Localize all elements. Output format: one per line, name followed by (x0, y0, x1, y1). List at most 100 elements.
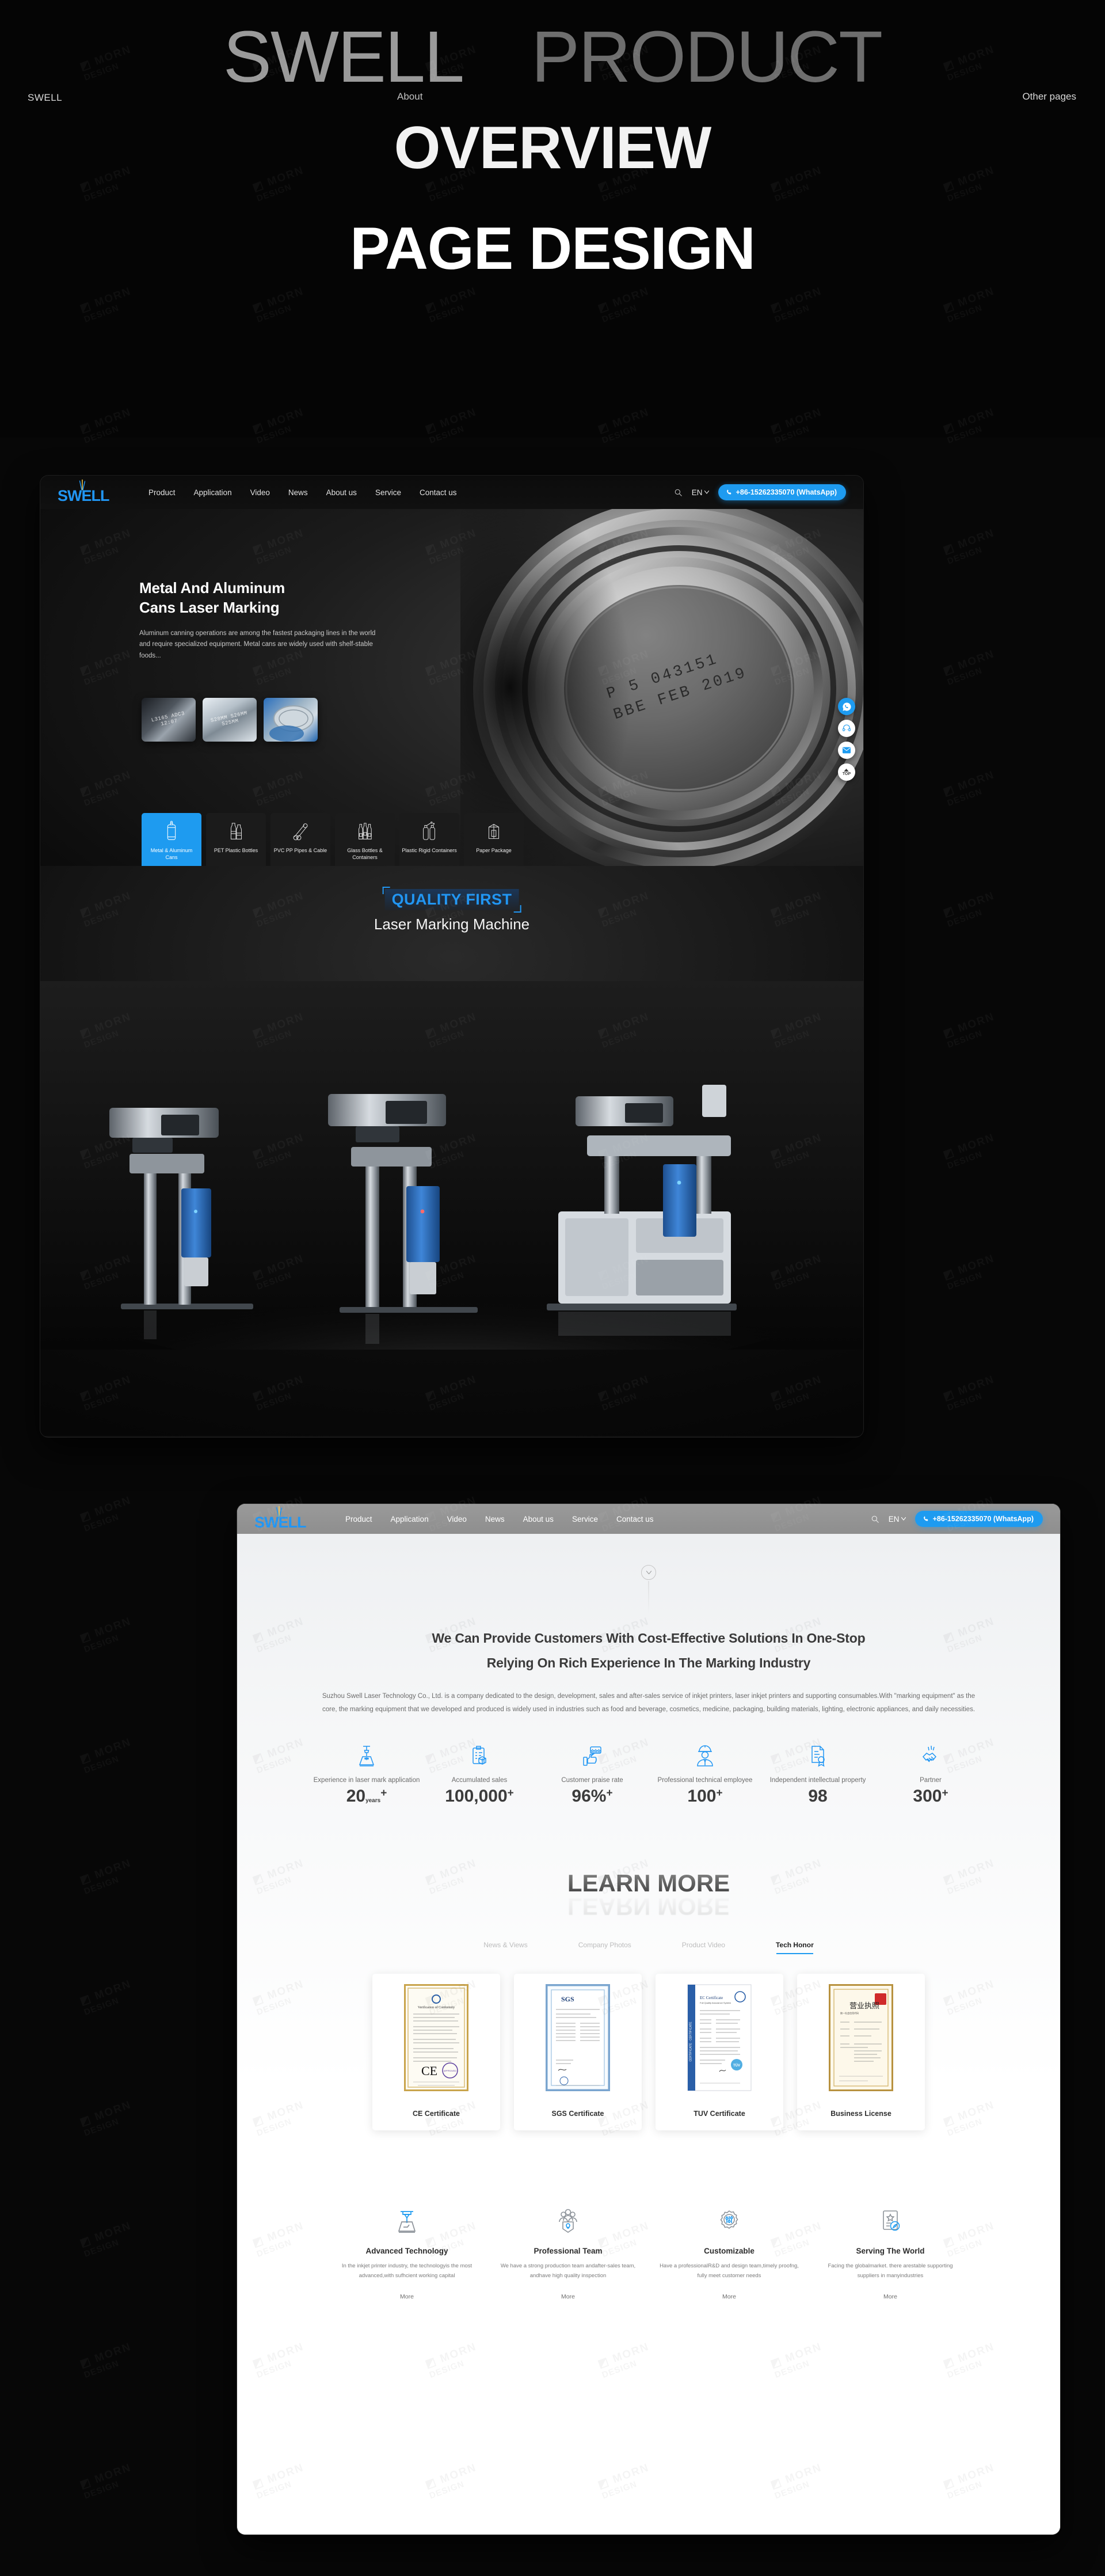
tab-news-and-views[interactable]: News & Views (483, 1941, 527, 1954)
cover-title-line-2: OVERVIEW (394, 115, 712, 181)
stat-value-2: 96% + (571, 1788, 612, 1805)
whatsapp-phone-button[interactable]: +86-15262335070 (WhatsApp) (718, 484, 846, 500)
nav2-item-news[interactable]: News (485, 1515, 505, 1523)
cover-title-word-product: PRODUCT (531, 16, 883, 97)
quality-first-subtitle: Laser Marking Machine (374, 915, 530, 933)
header-actions: EN +86-15262335070 (WhatsApp) (674, 484, 846, 500)
tab-company-photos[interactable]: Company Photos (578, 1941, 631, 1954)
feature-more-2[interactable]: More (657, 2293, 802, 2300)
stat-item-2: Customer praise rate 96% + (536, 1742, 649, 1805)
product-tab-glass-bottles-containers[interactable]: Glass Bottles & Containers (335, 813, 395, 866)
feature-more-3[interactable]: More (818, 2293, 963, 2300)
hero-title-line-2: Cans Laser Marking (139, 599, 280, 617)
product-tab-pet-plastic-bottles[interactable]: PET Plastic Bottles (206, 813, 266, 866)
logo[interactable]: SWELL (58, 479, 127, 504)
watermark-tile: ◩ MORNDESIGN (78, 1857, 136, 1897)
phone-icon (923, 1516, 928, 1521)
whatsapp-fab[interactable] (838, 698, 855, 715)
nav2-item-video[interactable]: Video (447, 1515, 467, 1523)
cover-title-word-swell: SWELL (223, 16, 464, 97)
certificate-card-ce[interactable]: Verification of Conformity CE APPROVED C… (372, 1974, 500, 2131)
language-value-light: EN (888, 1514, 900, 1523)
nav-item-product[interactable]: Product (148, 488, 176, 497)
stat-label-2: Customer praise rate (561, 1776, 623, 1784)
whatsapp-phone-button-light[interactable]: +86-15262335070 (WhatsApp) (915, 1511, 1043, 1527)
email-fab[interactable] (838, 742, 855, 759)
search-icon[interactable] (871, 1515, 879, 1523)
hero-paragraph: Aluminum canning operations are among th… (139, 629, 376, 660)
feature-more-0[interactable]: More (334, 2293, 479, 2300)
nav2-item-about-us[interactable]: About us (523, 1515, 554, 1523)
hero-thumb-1[interactable]: S28MM S26MM S25MM (203, 698, 257, 742)
support-headset-fab[interactable] (838, 720, 855, 737)
watermark-tile: ◩ MORNDESIGN (942, 1131, 1000, 1171)
patent-document-icon (761, 1742, 874, 1770)
product-category-tabs: Metal & Aluminum Cans PET Plastic Bottle… (142, 813, 524, 866)
feature-more-1[interactable]: More (496, 2293, 641, 2300)
stat-number-0: 20 (346, 1787, 366, 1806)
feature-desc-0: In the inkjet printer industry, the tech… (341, 2263, 473, 2279)
laser-marking-machines-image (40, 981, 863, 1350)
can-icon (167, 820, 176, 840)
stat-value-4: 98 (808, 1788, 827, 1805)
advanced-technology-icon (334, 2206, 479, 2237)
product-tab-label-5: Paper Package (476, 848, 512, 853)
header-actions-light: EN +86-15262335070 (WhatsApp) (871, 1511, 1043, 1527)
feature-desc-1: We have a strong production team andafte… (500, 2263, 636, 2279)
tab-product-video[interactable]: Product Video (682, 1941, 725, 1954)
hero-thumb-2[interactable] (264, 698, 318, 742)
nav2-item-product[interactable]: Product (345, 1515, 372, 1523)
back-to-top-fab[interactable]: TOP (838, 763, 855, 781)
hero-title-line-1: Metal And Aluminum (139, 579, 285, 596)
stat-label-1: Accumulated sales (451, 1776, 508, 1784)
logo-spark-icon (79, 479, 86, 491)
stat-number-3: 100 (687, 1787, 717, 1806)
clipboard-box-icon (423, 1742, 536, 1770)
nav-item-video[interactable]: Video (250, 488, 270, 497)
product-tab-metal-aluminum-cans[interactable]: Metal & Aluminum Cans (142, 813, 201, 866)
language-selector[interactable]: EN (692, 488, 709, 497)
about-heading-line-2: Relying On Rich Experience In The Markin… (486, 1655, 811, 1670)
certificate-card-business-license[interactable]: 营业执照 统一社会信用代码 Business License (797, 1974, 925, 2131)
hero-title: Metal And Aluminum Cans Laser Marking (139, 578, 381, 618)
site-header-dark: SWELL Product Application Video News Abo… (40, 476, 863, 509)
nav-item-news[interactable]: News (288, 488, 308, 497)
floating-contact-bar: TOP (838, 698, 855, 781)
certificate-card-sgs[interactable]: SGS SGS Certificate (514, 1974, 642, 2131)
hero-thumb-0[interactable]: L3165 ADC3 12:07 (142, 698, 196, 742)
feature-customizable: Customizable Have a professionalR&D and … (649, 2206, 810, 2300)
stat-label-3: Professional technical employee (657, 1776, 753, 1784)
nav2-item-application[interactable]: Application (391, 1515, 429, 1523)
product-tab-paper-package[interactable]: Paper Package (464, 813, 524, 866)
stat-number-2: 96% (571, 1787, 607, 1806)
product-tab-label-3: Glass Bottles & Containers (347, 848, 383, 861)
language-selector-light[interactable]: EN (889, 1515, 906, 1523)
nav2-item-service[interactable]: Service (572, 1515, 598, 1523)
stat-plus-0: + (380, 1787, 387, 1800)
product-tab-pvc-pp-pipes-cable[interactable]: PVC PP Pipes & Cable (270, 813, 330, 866)
logo-light[interactable]: SWELL (254, 1506, 323, 1530)
certificate-card-tuv[interactable]: CERTIFICATE · CERTIFICATE EC Certificate… (656, 1974, 783, 2131)
nav-item-about-us[interactable]: About us (326, 488, 357, 497)
cover-title-block: SWELL About Other pages SWELLPRODUCT OVE… (0, 0, 1105, 438)
svg-text:APPROVED: APPROVED (444, 2069, 456, 2072)
watermark-tile: ◩ MORNDESIGN (78, 2461, 136, 2501)
stat-unit-0: years (365, 1798, 381, 1804)
professional-team-icon (496, 2206, 641, 2237)
chevron-down-icon (901, 1517, 906, 1521)
stat-plus-1: + (507, 1787, 514, 1800)
svg-text:EC Certificate: EC Certificate (700, 1996, 723, 2000)
nav-item-service[interactable]: Service (375, 488, 401, 497)
svg-text:CERTIFICATE · CERTIFICATE: CERTIFICATE · CERTIFICATE (689, 2022, 693, 2062)
nav-item-contact-us[interactable]: Contact us (420, 488, 457, 497)
product-tab-plastic-rigid-containers[interactable]: Plastic Rigid Containers (399, 813, 459, 866)
product-tab-label-1: PET Plastic Bottles (214, 848, 258, 853)
search-icon[interactable] (674, 488, 683, 497)
feature-title-2: Customizable (704, 2247, 755, 2256)
tab-tech-honor[interactable]: Tech Honor (776, 1941, 814, 1954)
can-lid-thumb-icon (269, 705, 314, 742)
whatsapp-phone-label-light: +86-15262335070 (WhatsApp) (932, 1515, 1034, 1523)
scroll-down-cue[interactable] (641, 1565, 656, 1580)
nav2-item-contact-us[interactable]: Contact us (616, 1515, 654, 1523)
nav-item-application[interactable]: Application (194, 488, 232, 497)
